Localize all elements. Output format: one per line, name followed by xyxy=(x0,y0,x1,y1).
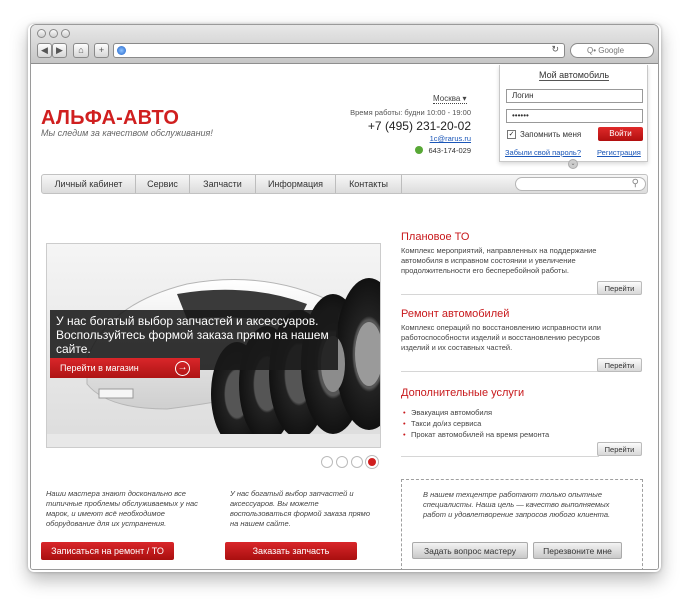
nav-item-parts[interactable]: Запчасти xyxy=(190,175,256,193)
slider-dot-3[interactable] xyxy=(351,456,363,468)
divider xyxy=(401,371,599,372)
icq-number: 643-174-029 xyxy=(428,146,471,155)
remember-me-checkbox[interactable]: ✓ xyxy=(507,130,516,139)
search-icon[interactable]: ⚲ xyxy=(632,178,639,189)
site-logo[interactable]: АЛЬФА-АВТО xyxy=(41,107,179,130)
slider-dot-1[interactable] xyxy=(321,456,333,468)
slider-dot-4[interactable] xyxy=(366,456,378,468)
login-field[interactable]: Логин xyxy=(506,89,643,103)
page-content: АЛЬФА-АВТО Мы следим за качеством обслуж… xyxy=(31,65,658,569)
nav-item-contacts[interactable]: Контакты xyxy=(336,175,402,193)
service-title-extra[interactable]: Дополнительные услуги xyxy=(401,387,524,399)
browser-window: ◀ ▶ ⌂ + ↻ Q• Google АЛЬФА-АВТО Мы следим… xyxy=(30,24,659,570)
email-link[interactable]: 1c@rarus.ru xyxy=(341,134,471,143)
list-item: Эвакуация автомобиля xyxy=(403,407,549,418)
list-item: Такси до/из сервиса xyxy=(403,418,549,429)
add-bookmark-icon[interactable]: + xyxy=(94,43,109,58)
divider xyxy=(401,294,599,295)
login-button[interactable]: Войти xyxy=(598,127,643,141)
nav-item-service[interactable]: Сервис xyxy=(136,175,190,193)
reload-icon[interactable]: ↻ xyxy=(551,44,559,55)
masters-text: Наши мастера знают досконально все типич… xyxy=(46,489,198,528)
site-tagline: Мы следим за качеством обслуживания! xyxy=(41,128,213,138)
forgot-password-link[interactable]: Забыли свой пароль? xyxy=(505,148,581,157)
collapse-panel-icon[interactable]: ⌄ xyxy=(568,159,578,169)
nav-item-info[interactable]: Информация xyxy=(256,175,336,193)
go-button-maintenance[interactable]: Перейти xyxy=(597,281,642,295)
browser-toolbar: ◀ ▶ ⌂ + ↻ Q• Google xyxy=(31,25,658,64)
browser-search-input[interactable]: Q• Google xyxy=(570,43,654,58)
address-bar[interactable]: ↻ xyxy=(113,43,565,58)
specialists-text: В нашем техцентре работают только опытны… xyxy=(423,490,611,519)
zoom-window-icon[interactable] xyxy=(61,29,70,38)
remember-me-label: Запомнить меня xyxy=(520,130,582,139)
close-window-icon[interactable] xyxy=(37,29,46,38)
site-search-input[interactable]: ⚲ xyxy=(515,177,646,191)
divider xyxy=(401,456,599,457)
nav-item-account[interactable]: Личный кабинет xyxy=(42,175,136,193)
back-icon[interactable]: ◀ xyxy=(37,43,52,58)
callback-button[interactable]: Перезвоните мне xyxy=(533,542,622,559)
service-title-repair[interactable]: Ремонт автомобилей xyxy=(401,308,509,320)
order-part-button[interactable]: Заказать запчасть xyxy=(225,542,357,560)
service-title-maintenance[interactable]: Плановое ТО xyxy=(401,231,469,243)
working-hours: Время работы: будни 10:00 - 19:00 xyxy=(350,108,471,117)
register-link[interactable]: Регистрация xyxy=(597,148,641,157)
service-text-maintenance: Комплекс мероприятий, направленных на по… xyxy=(401,246,597,275)
list-item: Прокат автомобилей на время ремонта xyxy=(403,429,549,440)
go-button-extra[interactable]: Перейти xyxy=(597,442,642,456)
arrow-right-icon[interactable]: → xyxy=(175,361,190,376)
ask-master-button[interactable]: Задать вопрос мастеру xyxy=(412,542,528,559)
service-text-repair: Комплекс операций по восстановлению испр… xyxy=(401,323,601,352)
book-repair-button[interactable]: Записаться на ремонт / ТО xyxy=(41,542,174,560)
home-icon[interactable]: ⌂ xyxy=(73,43,89,58)
slider-dot-2[interactable] xyxy=(336,456,348,468)
city-selector[interactable]: Москва ▾ xyxy=(433,94,467,104)
phone-number: +7 (495) 231-20-02 xyxy=(367,119,471,133)
extra-services-list: Эвакуация автомобиля Такси до/из сервиса… xyxy=(403,407,549,440)
forward-icon[interactable]: ▶ xyxy=(52,43,67,58)
minimize-window-icon[interactable] xyxy=(49,29,58,38)
parts-text: У нас богатый выбор запчастей и аксессуа… xyxy=(230,489,370,528)
my-car-link[interactable]: Мой автомобиль xyxy=(539,70,610,81)
password-field[interactable]: •••••• xyxy=(506,109,643,123)
go-button-repair[interactable]: Перейти xyxy=(597,358,642,372)
globe-icon xyxy=(117,46,126,55)
